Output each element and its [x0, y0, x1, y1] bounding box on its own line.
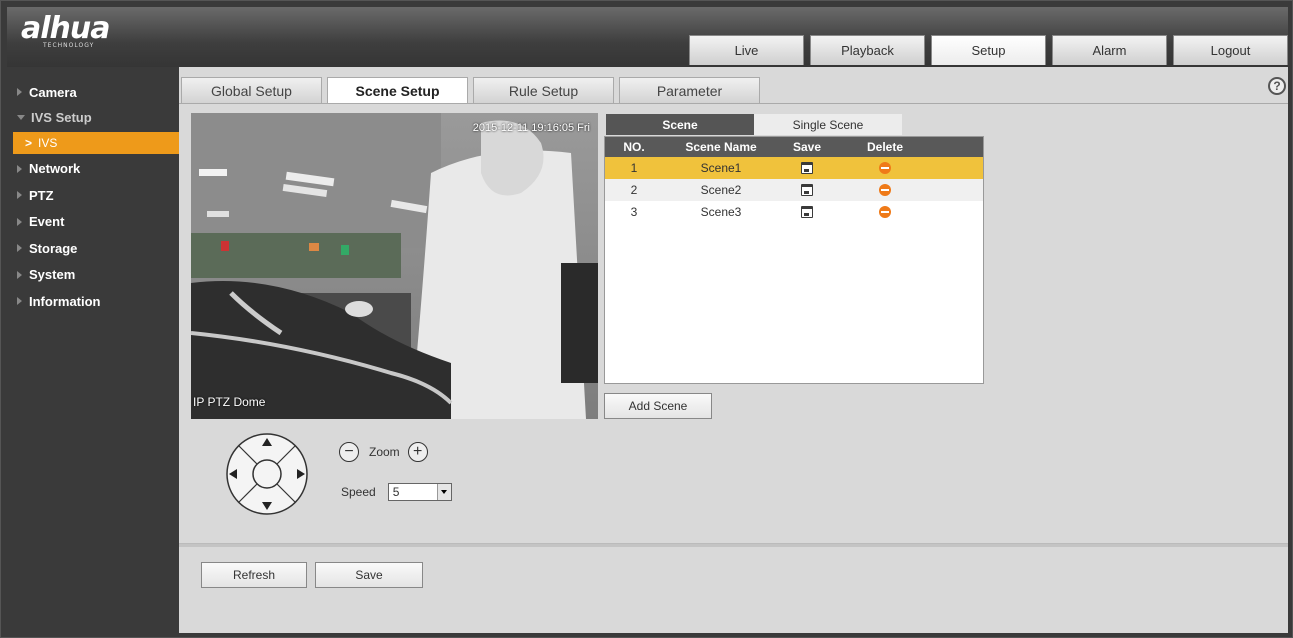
tab-scene-setup[interactable]: Scene Setup — [327, 77, 468, 103]
sidebar-item-system[interactable]: System — [7, 262, 179, 289]
save-button[interactable]: Save — [315, 562, 423, 588]
speed-label: Speed — [341, 485, 376, 499]
caret-down-icon — [17, 115, 25, 120]
tab-alarm[interactable]: Alarm — [1052, 35, 1167, 65]
sidebar-item-camera[interactable]: Camera — [7, 79, 179, 106]
help-icon[interactable]: ? — [1268, 77, 1286, 95]
main-content: Global Setup Scene Setup Rule Setup Para… — [179, 67, 1288, 633]
zoom-out-button[interactable]: − — [339, 442, 359, 462]
save-icon[interactable] — [801, 206, 813, 218]
table-header: NO. Scene Name Save Delete — [605, 137, 983, 157]
chevron-down-icon — [436, 484, 451, 500]
add-scene-button[interactable]: Add Scene — [604, 393, 712, 419]
sub-tab-bar: Global Setup Scene Setup Rule Setup Para… — [179, 77, 1288, 103]
sidebar-subitem-ivs[interactable]: > IVS — [13, 131, 179, 154]
scene-table: NO. Scene Name Save Delete 1 Scene1 2 Sc… — [604, 136, 984, 384]
tab-divider — [179, 103, 1288, 104]
tab-playback[interactable]: Playback — [810, 35, 925, 65]
video-timestamp: 2015-12-11 19:16:05 Fri — [472, 122, 590, 134]
tab-logout[interactable]: Logout — [1173, 35, 1288, 65]
section-divider — [179, 543, 1288, 547]
tab-rule-setup[interactable]: Rule Setup — [473, 77, 614, 103]
caret-right-icon — [17, 217, 22, 226]
table-row[interactable]: 1 Scene1 — [605, 157, 983, 179]
caret-right-icon — [17, 88, 22, 97]
zoom-in-button[interactable]: + — [407, 442, 428, 462]
caret-right-icon — [17, 297, 22, 306]
delete-icon[interactable] — [879, 206, 891, 218]
refresh-button[interactable]: Refresh — [201, 562, 307, 588]
sidebar-item-information[interactable]: Information — [7, 288, 179, 315]
table-row[interactable]: 3 Scene3 — [605, 201, 983, 223]
tab-single-scene[interactable]: Single Scene — [754, 114, 902, 135]
sidebar-item-ivs-setup[interactable]: IVS Setup — [7, 106, 179, 130]
tab-global-setup[interactable]: Global Setup — [181, 77, 322, 103]
delete-icon[interactable] — [879, 162, 891, 174]
caret-right-icon — [17, 244, 22, 253]
caret-right-icon — [17, 164, 22, 173]
ptz-direction-pad — [226, 433, 308, 515]
dahua-logo: alhua TECHNOLOGY — [21, 11, 110, 50]
sidebar: Camera IVS Setup > IVS Network PTZ Event … — [7, 67, 179, 633]
save-icon[interactable] — [801, 184, 813, 196]
scene-tab-bar: Scene Single Scene — [606, 114, 902, 135]
top-nav: Live Playback Setup Alarm Logout — [683, 35, 1288, 65]
chevron-right-icon: > — [25, 135, 33, 150]
caret-right-icon — [17, 191, 22, 200]
camera-feed-image — [191, 113, 598, 419]
zoom-control: − Zoom + — [339, 442, 428, 462]
video-channel-label: IP PTZ Dome — [193, 395, 266, 409]
app-window: alhua TECHNOLOGY Live Playback Setup Ala… — [0, 0, 1293, 638]
video-preview[interactable]: 2015-12-11 19:16:05 Fri IP PTZ Dome — [191, 113, 598, 419]
sidebar-item-storage[interactable]: Storage — [7, 235, 179, 262]
table-row[interactable]: 2 Scene2 — [605, 179, 983, 201]
tab-parameter[interactable]: Parameter — [619, 77, 760, 103]
tab-live[interactable]: Live — [689, 35, 804, 65]
delete-icon[interactable] — [879, 184, 891, 196]
sidebar-item-network[interactable]: Network — [7, 156, 179, 183]
caret-right-icon — [17, 270, 22, 279]
tab-scene[interactable]: Scene — [606, 114, 754, 135]
header-bar: alhua TECHNOLOGY Live Playback Setup Ala… — [7, 7, 1288, 67]
zoom-label: Zoom — [369, 445, 400, 459]
sidebar-item-event[interactable]: Event — [7, 209, 179, 236]
tab-setup[interactable]: Setup — [931, 35, 1046, 65]
save-icon[interactable] — [801, 162, 813, 174]
sidebar-item-ptz[interactable]: PTZ — [7, 182, 179, 209]
ptz-center-button[interactable] — [252, 459, 282, 489]
speed-control: Speed 5 — [341, 483, 452, 501]
speed-select[interactable]: 5 — [387, 483, 452, 501]
